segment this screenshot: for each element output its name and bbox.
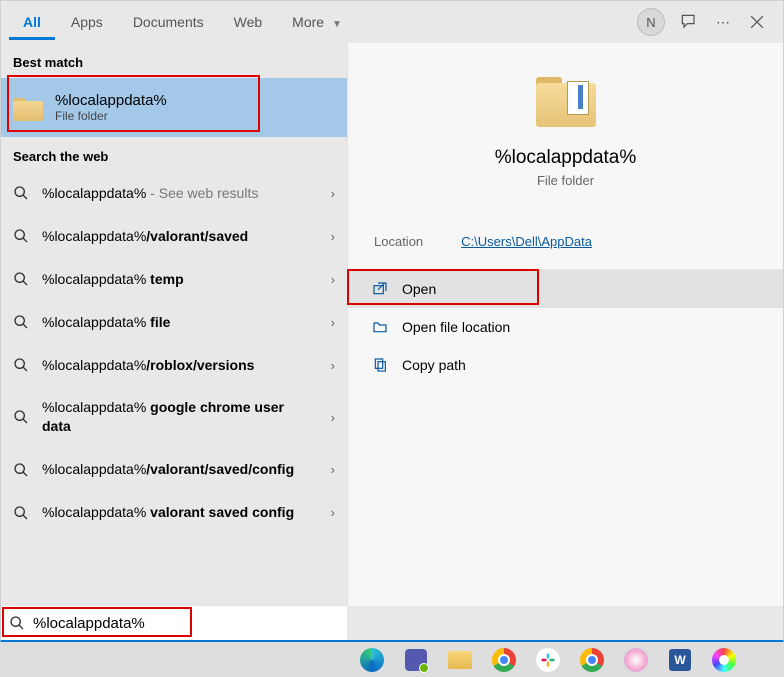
best-match-title: %localappdata% [55, 92, 167, 109]
close-icon[interactable] [747, 12, 767, 32]
search-bar[interactable] [1, 606, 347, 640]
top-tabs: All Apps Documents Web More ▼ N ⋯ [1, 1, 783, 43]
search-icon [13, 357, 29, 373]
chevron-right-icon: › [331, 505, 335, 520]
feedback-icon[interactable] [679, 12, 699, 32]
chevron-right-icon: › [331, 186, 335, 201]
chevron-right-icon: › [331, 315, 335, 330]
web-result-row[interactable]: %localappdata% temp › [1, 258, 347, 301]
web-result-text: %localappdata% - See web results [42, 184, 318, 203]
chevron-right-icon: › [331, 410, 335, 425]
search-icon [9, 615, 25, 631]
tab-apps[interactable]: Apps [57, 4, 117, 40]
web-result-text: %localappdata% temp [42, 270, 318, 289]
tab-all[interactable]: All [9, 4, 55, 40]
action-copy-path[interactable]: Copy path [348, 346, 783, 384]
action-open-location-label: Open file location [402, 319, 510, 335]
tab-more[interactable]: More ▼ [278, 4, 356, 40]
chevron-right-icon: › [331, 358, 335, 373]
search-icon [13, 185, 29, 201]
search-icon [13, 409, 29, 425]
taskbar-edge[interactable] [354, 645, 390, 675]
taskbar: W [0, 642, 784, 677]
taskbar-paint[interactable] [706, 645, 742, 675]
search-icon [13, 228, 29, 244]
chevron-right-icon: › [331, 462, 335, 477]
avatar[interactable]: N [637, 8, 665, 36]
tab-more-label: More [292, 14, 324, 30]
preview-subtitle: File folder [368, 173, 763, 188]
search-icon [13, 462, 29, 478]
open-icon [372, 281, 388, 297]
web-result-row[interactable]: %localappdata% - See web results › [1, 172, 347, 215]
web-result-text: %localappdata% file [42, 313, 318, 332]
best-match-header: Best match [1, 43, 347, 78]
chevron-right-icon: › [331, 229, 335, 244]
action-open-label: Open [402, 281, 436, 297]
best-match-subtitle: File folder [55, 109, 167, 123]
tab-web[interactable]: Web [220, 4, 277, 40]
chevron-down-icon: ▼ [332, 19, 342, 30]
copy-icon [372, 357, 388, 373]
web-result-row[interactable]: %localappdata%/valorant/saved › [1, 215, 347, 258]
web-result-row[interactable]: %localappdata%/roblox/versions › [1, 344, 347, 387]
search-web-header: Search the web [1, 137, 347, 172]
taskbar-chrome[interactable] [486, 645, 522, 675]
web-result-text: %localappdata% valorant saved config [42, 503, 318, 522]
preview-panel: %localappdata% File folder Location C:\U… [347, 43, 783, 606]
web-result-row[interactable]: %localappdata% valorant saved config › [1, 491, 347, 534]
folder-icon [13, 95, 43, 121]
web-result-row[interactable]: %localappdata% file › [1, 301, 347, 344]
taskbar-snip[interactable] [618, 645, 654, 675]
action-open[interactable]: Open [348, 270, 783, 308]
taskbar-slack[interactable] [530, 645, 566, 675]
taskbar-teams[interactable] [398, 645, 434, 675]
more-icon[interactable]: ⋯ [713, 12, 733, 32]
search-icon [13, 271, 29, 287]
location-label: Location [374, 234, 423, 249]
taskbar-file-explorer[interactable] [442, 645, 478, 675]
action-open-location[interactable]: Open file location [348, 308, 783, 346]
search-icon [13, 314, 29, 330]
taskbar-chrome-2[interactable] [574, 645, 610, 675]
tab-documents[interactable]: Documents [119, 4, 218, 40]
web-result-row[interactable]: %localappdata%/valorant/saved/config › [1, 448, 347, 491]
web-result-text: %localappdata% google chrome user data [42, 398, 318, 436]
folder-large-icon [533, 73, 599, 129]
taskbar-word[interactable]: W [662, 645, 698, 675]
web-result-text: %localappdata%/roblox/versions [42, 356, 318, 375]
results-panel: Best match %localappdata% File folder Se… [1, 43, 347, 606]
web-result-text: %localappdata%/valorant/saved/config [42, 460, 318, 479]
location-link[interactable]: C:\Users\Dell\AppData [461, 234, 592, 249]
action-copy-path-label: Copy path [402, 357, 466, 373]
search-input[interactable] [33, 615, 339, 632]
folder-location-icon [372, 319, 388, 335]
chevron-right-icon: › [331, 272, 335, 287]
best-match-result[interactable]: %localappdata% File folder [1, 78, 347, 137]
search-icon [13, 505, 29, 521]
web-result-text: %localappdata%/valorant/saved [42, 227, 318, 246]
preview-title: %localappdata% [368, 147, 763, 169]
web-result-row[interactable]: %localappdata% google chrome user data › [1, 386, 347, 448]
